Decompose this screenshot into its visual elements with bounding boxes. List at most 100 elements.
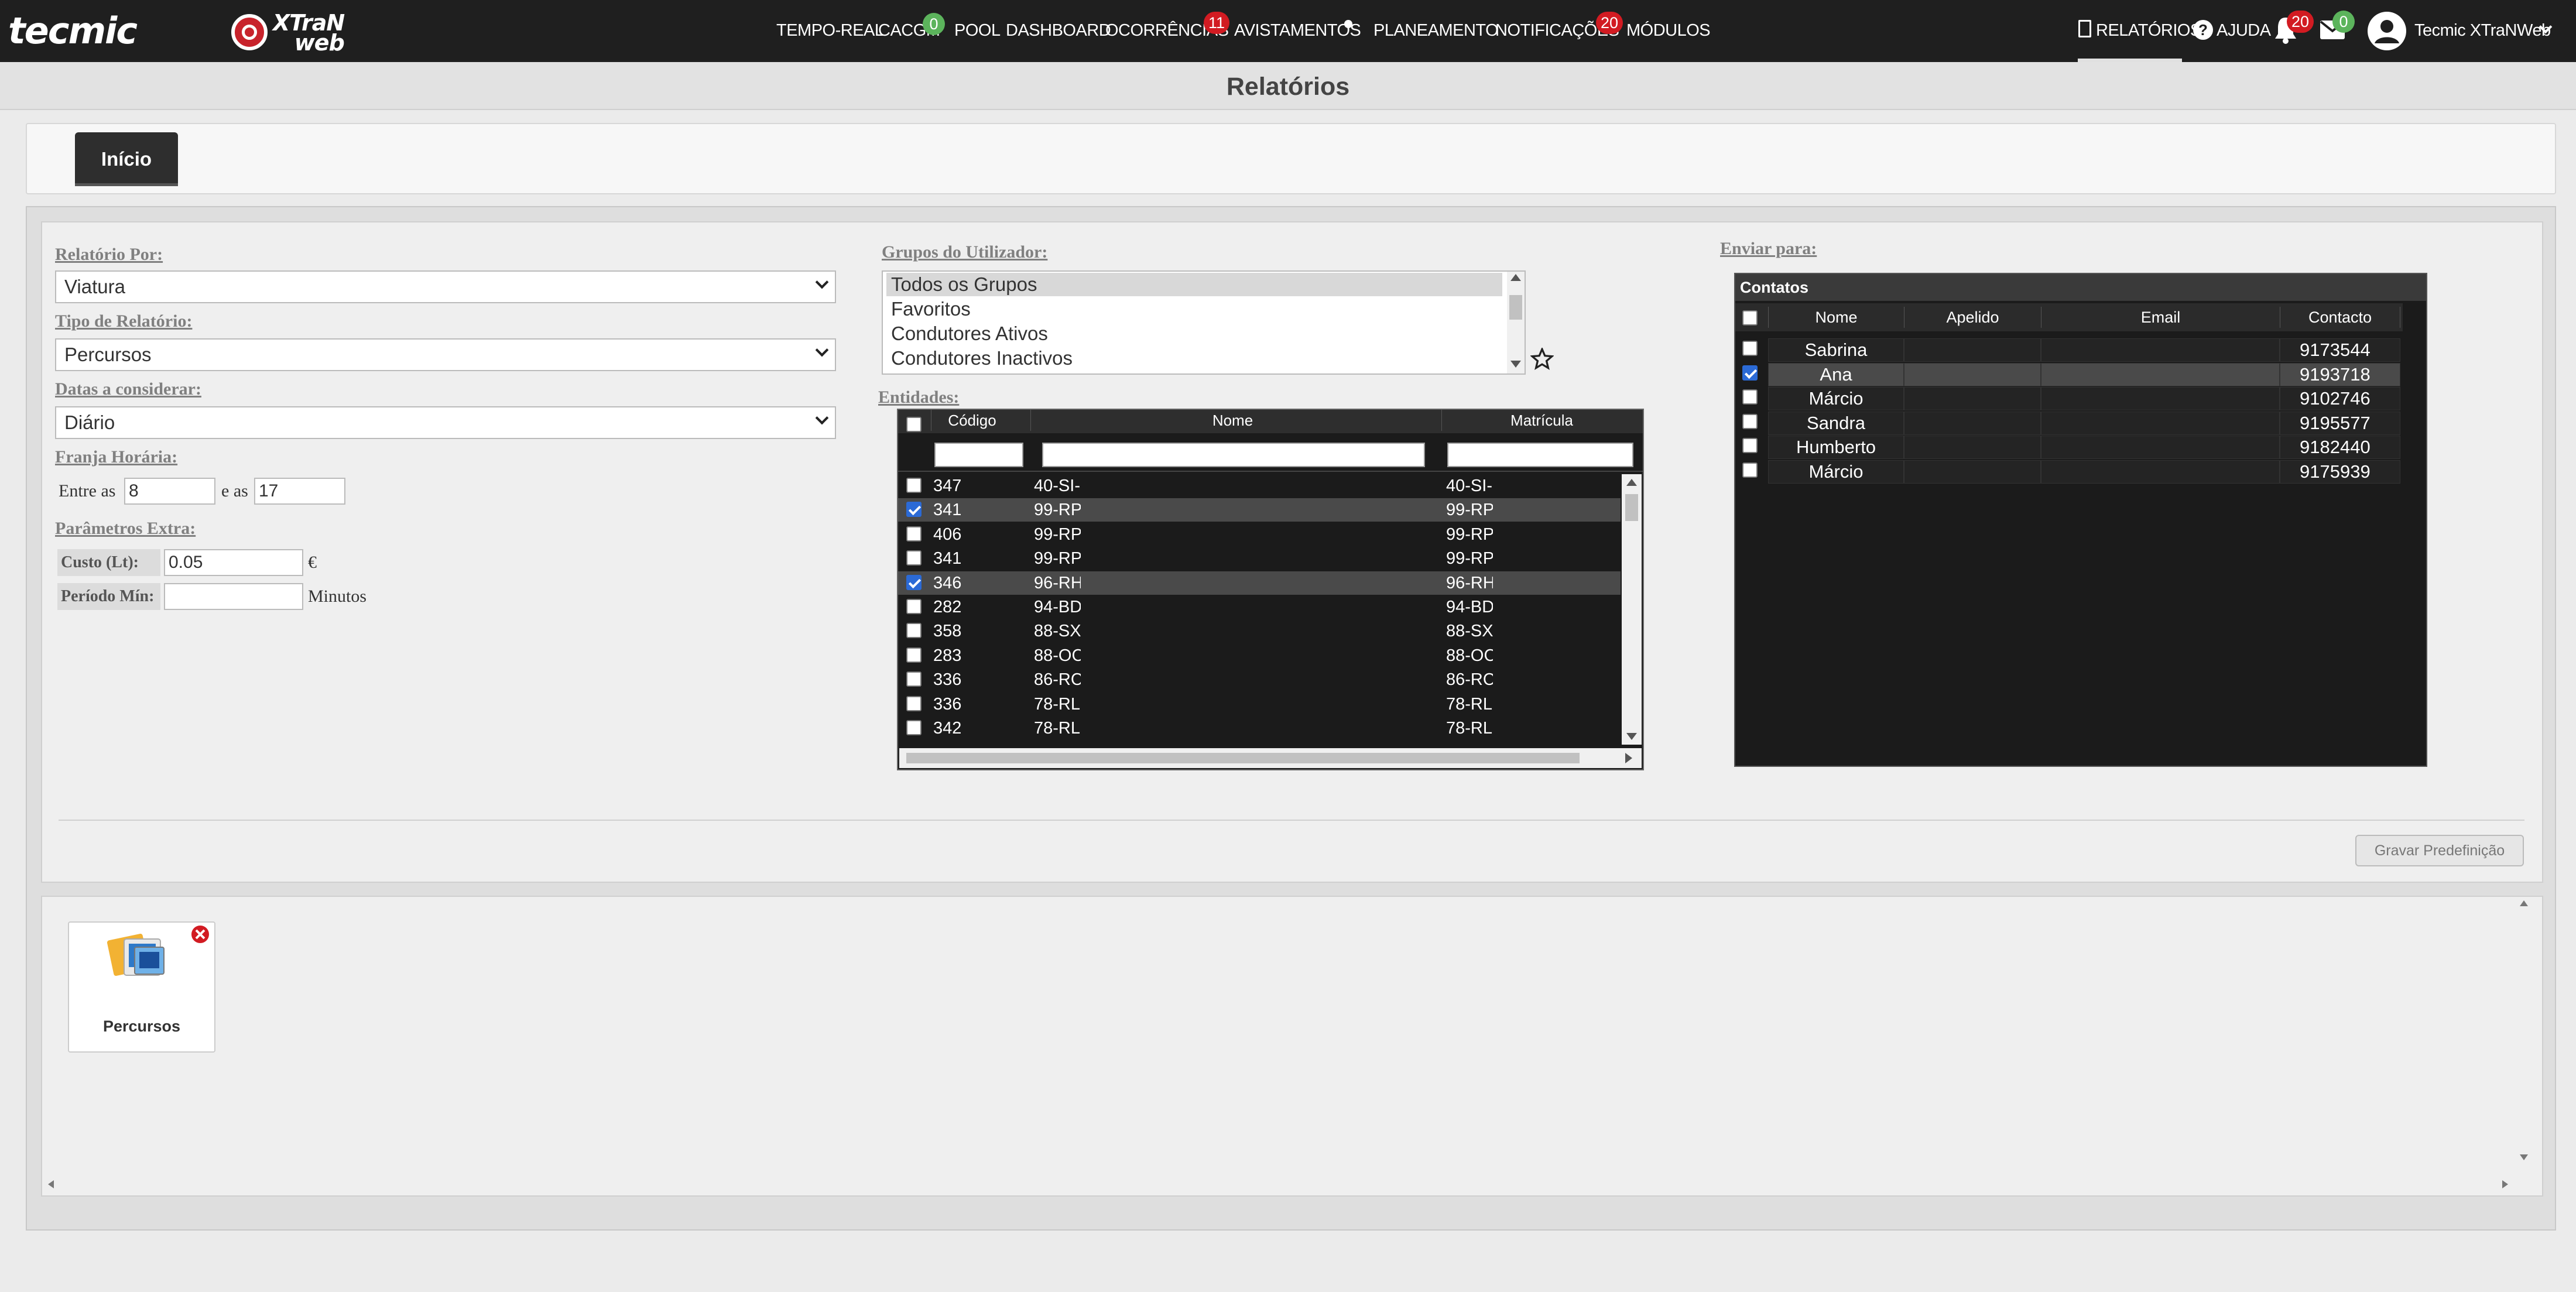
contato-row[interactable]: Sandra 9195577 bbox=[1735, 411, 2403, 435]
scroll-up-icon[interactable] bbox=[1626, 479, 1637, 486]
scroll-right-icon[interactable] bbox=[2502, 1180, 2508, 1188]
gravar-predefinicao-button[interactable]: Gravar Predefinição bbox=[2355, 835, 2524, 866]
entidade-row[interactable]: 341 99-RP 99-RP bbox=[898, 498, 1621, 522]
grupo-item[interactable]: Condutores Inactivos bbox=[886, 347, 1502, 370]
grupo-item[interactable]: Favoritos bbox=[886, 297, 1502, 321]
contatos-select-all-checkbox[interactable] bbox=[1742, 310, 1758, 325]
contato-row[interactable]: Márcio 9175939 bbox=[1735, 460, 2403, 484]
nav-pool[interactable]: POOL bbox=[954, 20, 1001, 41]
nav-avistamentos[interactable]: AVISTAMENTOS bbox=[1234, 20, 1361, 41]
contato-checkbox[interactable] bbox=[1742, 365, 1758, 381]
entidade-row[interactable]: 283 88-OC 88-OC bbox=[898, 644, 1621, 667]
grupo-item[interactable]: Todos os Grupos bbox=[886, 273, 1502, 296]
favorite-star-icon[interactable] bbox=[1530, 348, 1554, 370]
scroll-down-icon[interactable] bbox=[1626, 733, 1637, 740]
grupos-listbox[interactable]: Todos os Grupos Favoritos Condutores Ati… bbox=[882, 270, 1526, 375]
custo-input[interactable] bbox=[164, 549, 303, 576]
entidade-checkbox[interactable] bbox=[906, 720, 922, 735]
grupo-item[interactable]: Condutores Ativos bbox=[886, 322, 1502, 345]
scroll-up-icon[interactable] bbox=[1510, 274, 1521, 281]
contato-checkbox[interactable] bbox=[1742, 462, 1758, 478]
nav-ajuda[interactable]: AJUDA bbox=[2217, 20, 2271, 41]
contato-checkbox[interactable] bbox=[1742, 413, 1758, 429]
contato-row[interactable]: Humberto 9182440 bbox=[1735, 436, 2403, 459]
entidade-row[interactable]: 406 99-RP 99-RP bbox=[898, 523, 1621, 546]
entidades-scroll-thumb[interactable] bbox=[1625, 494, 1638, 521]
scroll-left-icon[interactable] bbox=[48, 1180, 54, 1188]
reports-vscroll[interactable] bbox=[2517, 898, 2532, 1173]
report-card-percursos[interactable]: Percursos bbox=[68, 921, 215, 1053]
entidade-checkbox[interactable] bbox=[906, 671, 922, 687]
hora-fim-input[interactable] bbox=[254, 478, 345, 505]
datas-select[interactable]: Diário bbox=[55, 406, 836, 439]
datas-value: Diário bbox=[64, 412, 115, 433]
entidade-checkbox[interactable] bbox=[906, 574, 922, 590]
entidades-vscroll[interactable] bbox=[1622, 474, 1642, 745]
filter-codigo-input[interactable] bbox=[934, 443, 1023, 467]
select-all-checkbox[interactable] bbox=[906, 417, 922, 432]
entidade-checkbox[interactable] bbox=[906, 526, 922, 542]
grupos-scrollbar[interactable] bbox=[1507, 272, 1525, 373]
col-contacto[interactable]: Contacto bbox=[2280, 307, 2400, 328]
hora-inicio-input[interactable] bbox=[124, 478, 215, 505]
entidade-row[interactable]: 336 78-RL 78-RL bbox=[898, 693, 1621, 716]
entidade-checkbox[interactable] bbox=[906, 502, 922, 518]
entidade-nome: 78-RL bbox=[1034, 719, 1080, 738]
tecmic-logo[interactable]: tecmic bbox=[8, 13, 138, 49]
col-matricula[interactable]: Matrícula bbox=[1441, 410, 1642, 431]
contato-contacto: 9182440 bbox=[2300, 437, 2371, 457]
remove-report-icon[interactable] bbox=[190, 924, 211, 945]
entidade-checkbox[interactable] bbox=[906, 478, 922, 493]
nav-planeamento[interactable]: PLANEAMENTO bbox=[1373, 20, 1499, 41]
scroll-down-icon[interactable] bbox=[1510, 361, 1521, 368]
entidade-checkbox[interactable] bbox=[906, 695, 922, 711]
entidade-matricula: 96-RH bbox=[1446, 573, 1493, 592]
contato-row[interactable]: Márcio 9102746 bbox=[1735, 387, 2403, 410]
user-name[interactable]: Tecmic XTraNWeb bbox=[2414, 20, 2551, 41]
entidade-row[interactable]: 341 99-RP 99-RP bbox=[898, 547, 1621, 570]
entidade-row[interactable]: 347 40-SI- 40-SI- bbox=[898, 474, 1621, 498]
nav-relatorios[interactable]: RELATÓRIOS bbox=[2096, 20, 2201, 41]
mail-badge: 0 bbox=[2332, 11, 2355, 33]
periodo-min-input[interactable] bbox=[164, 583, 303, 610]
entidade-row[interactable]: 342 78-RL 78-RL bbox=[898, 717, 1621, 740]
col-nome[interactable]: Nome bbox=[1030, 410, 1434, 431]
scroll-up-icon[interactable] bbox=[2520, 900, 2528, 906]
contato-checkbox[interactable] bbox=[1742, 389, 1758, 405]
entidade-checkbox[interactable] bbox=[906, 550, 922, 566]
tab-inicio[interactable]: Início bbox=[75, 132, 178, 186]
entidade-codigo: 283 bbox=[933, 646, 962, 665]
grupos-scroll-thumb[interactable] bbox=[1509, 295, 1522, 320]
filter-matricula-input[interactable] bbox=[1447, 443, 1633, 467]
contato-row[interactable]: Sabrina 9173544 bbox=[1735, 338, 2403, 362]
user-avatar-icon[interactable] bbox=[2366, 11, 2407, 52]
entidade-row[interactable]: 336 86-RC 86-RC bbox=[898, 668, 1621, 691]
grupos-label: Grupos do Utilizador: bbox=[882, 242, 1048, 262]
nav-dashboard[interactable]: DASHBOARD bbox=[1006, 20, 1111, 41]
entidades-hscroll-thumb[interactable] bbox=[906, 753, 1580, 763]
entidade-codigo: 341 bbox=[933, 549, 962, 568]
e-as-label: e as bbox=[221, 481, 248, 501]
contato-checkbox[interactable] bbox=[1742, 438, 1758, 453]
entidade-row[interactable]: 346 96-RH 96-RH bbox=[898, 571, 1621, 595]
entidade-row[interactable]: 358 88-SX 88-SX bbox=[898, 619, 1621, 643]
entidade-checkbox[interactable] bbox=[906, 647, 922, 663]
scroll-down-icon[interactable] bbox=[2520, 1154, 2528, 1160]
entidades-hscroll[interactable] bbox=[899, 748, 1642, 768]
contato-row[interactable]: Ana 9193718 bbox=[1735, 362, 2403, 386]
entidade-checkbox[interactable] bbox=[906, 623, 922, 639]
scroll-right-icon[interactable] bbox=[1625, 753, 1632, 763]
relatorio-por-select[interactable]: Viatura bbox=[55, 270, 836, 303]
nav-modulos[interactable]: MÓDULOS bbox=[1626, 20, 1711, 41]
col-apelido[interactable]: Apelido bbox=[1904, 307, 2041, 328]
entidade-row[interactable]: 282 94-BD 94-BD bbox=[898, 595, 1621, 619]
contato-checkbox[interactable] bbox=[1742, 341, 1758, 356]
reports-hscroll[interactable] bbox=[43, 1174, 2517, 1194]
col-contato-nome[interactable]: Nome bbox=[1768, 307, 1904, 328]
nav-tempo-real[interactable]: TEMPO-REAL bbox=[776, 20, 884, 41]
col-email[interactable]: Email bbox=[2041, 307, 2280, 328]
filter-nome-input[interactable] bbox=[1042, 443, 1425, 467]
col-codigo[interactable]: Código bbox=[931, 410, 1013, 431]
entidade-checkbox[interactable] bbox=[906, 599, 922, 614]
tipo-relatorio-select[interactable]: Percursos bbox=[55, 338, 836, 371]
